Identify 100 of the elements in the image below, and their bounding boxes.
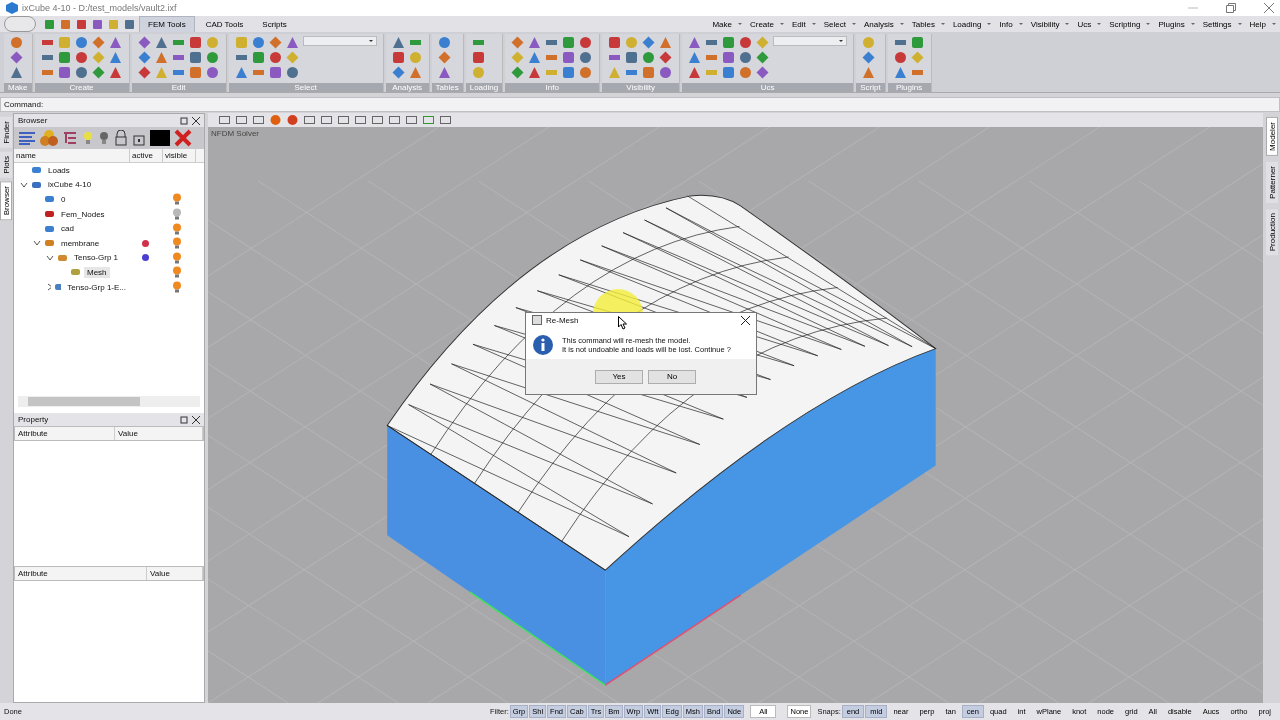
collapse-chevron-icon[interactable]	[46, 253, 54, 262]
square-icon[interactable]	[391, 51, 405, 64]
triangle-icon[interactable]	[285, 36, 299, 49]
square-icon[interactable]	[562, 66, 576, 79]
square-icon[interactable]	[642, 66, 656, 79]
view-tool-icon[interactable]	[337, 114, 350, 126]
square-icon[interactable]	[625, 51, 639, 64]
menu-item[interactable]: Settings	[1197, 19, 1232, 29]
collapse-chevron-icon[interactable]	[33, 239, 41, 248]
square-icon[interactable]	[910, 36, 924, 49]
menu-item[interactable]: Info	[994, 19, 1013, 29]
diamond-icon[interactable]	[91, 36, 105, 49]
restore-icon[interactable]	[1226, 3, 1236, 13]
circle-icon[interactable]	[659, 66, 673, 79]
triangle-icon[interactable]	[154, 36, 168, 49]
menu-item[interactable]: Make	[707, 19, 732, 29]
tree-item[interactable]: Tenso-Grp 1-E...	[64, 281, 129, 293]
toolbar-icon[interactable]	[60, 18, 71, 30]
close-icon[interactable]	[741, 315, 750, 325]
ribbon-tab[interactable]: CAD Tools	[197, 16, 252, 32]
unlit-bulb-icon[interactable]	[172, 208, 182, 221]
triangle-icon[interactable]	[108, 66, 122, 79]
diamond-icon[interactable]	[137, 66, 151, 79]
triangle-icon[interactable]	[391, 36, 405, 49]
spheres-icon[interactable]	[40, 129, 58, 147]
square-icon[interactable]	[188, 51, 202, 64]
menu-item[interactable]: Help	[1244, 19, 1266, 29]
column-header[interactable]: Attribute	[15, 427, 115, 440]
circle-icon[interactable]	[205, 51, 219, 64]
square-icon[interactable]	[722, 66, 736, 79]
diamond-icon[interactable]	[756, 51, 770, 64]
menu-item[interactable]: Ucs	[1072, 19, 1092, 29]
toolbar-icon[interactable]	[124, 18, 135, 30]
view-tool-icon[interactable]	[269, 114, 282, 126]
diamond-icon[interactable]	[659, 51, 673, 64]
bulb-icon[interactable]	[82, 131, 94, 145]
view-tool-icon[interactable]	[422, 114, 435, 126]
circle-icon[interactable]	[205, 66, 219, 79]
command-bar[interactable]: Command:	[0, 97, 1280, 112]
circle-icon[interactable]	[74, 51, 88, 64]
dialog-button[interactable]: Yes	[595, 369, 643, 384]
toolbar-icon[interactable]	[44, 18, 55, 30]
circle-icon[interactable]	[739, 36, 753, 49]
view-tool-icon[interactable]	[405, 114, 418, 126]
menu-item[interactable]: Create	[744, 19, 774, 29]
tree-icon[interactable]	[62, 130, 78, 146]
circle-icon[interactable]	[10, 36, 23, 49]
diamond-icon[interactable]	[10, 51, 23, 64]
circle-icon[interactable]	[74, 36, 88, 49]
tree-item[interactable]: ixCube 4-10	[45, 179, 95, 191]
square-icon[interactable]	[57, 66, 71, 79]
menu-item[interactable]: Visibility	[1025, 19, 1060, 29]
dialog-button[interactable]: No	[648, 369, 696, 384]
circle-icon[interactable]	[74, 66, 88, 79]
lit-bulb-icon[interactable]	[172, 222, 182, 235]
triangle-icon[interactable]	[108, 36, 122, 49]
triangle-icon[interactable]	[108, 51, 122, 64]
column-header[interactable]: Value	[147, 567, 203, 580]
lit-bulb-icon[interactable]	[172, 266, 182, 279]
side-tab[interactable]: Finder	[0, 117, 12, 148]
ribbon-tab[interactable]: Scripts	[254, 16, 295, 32]
column-header[interactable]: name	[14, 149, 130, 162]
square-icon[interactable]	[268, 66, 282, 79]
square-icon[interactable]	[57, 51, 71, 64]
close-icon[interactable]	[192, 116, 200, 125]
triangle-icon[interactable]	[688, 36, 702, 49]
tree-item[interactable]: membrane	[58, 237, 103, 249]
square-icon[interactable]	[188, 36, 202, 49]
diamond-icon[interactable]	[137, 51, 151, 64]
triangle-icon[interactable]	[528, 36, 542, 49]
lit-bulb-icon[interactable]	[172, 237, 182, 250]
triangle-icon[interactable]	[893, 66, 907, 79]
color-swatch[interactable]	[150, 130, 170, 146]
view-tool-icon[interactable]	[439, 114, 452, 126]
view-tool-icon[interactable]	[388, 114, 401, 126]
column-header[interactable]: visible	[163, 149, 196, 162]
square-icon[interactable]	[722, 51, 736, 64]
circle-icon[interactable]	[893, 51, 907, 64]
triangle-icon[interactable]	[234, 66, 248, 79]
tree-item[interactable]: Fem_Nodes	[58, 208, 108, 220]
diamond-icon[interactable]	[511, 36, 525, 49]
circle-icon[interactable]	[579, 51, 593, 64]
tree-item[interactable]: cad	[58, 223, 77, 235]
triangle-icon[interactable]	[408, 66, 422, 79]
diamond-icon[interactable]	[268, 36, 282, 49]
triangle-icon[interactable]	[10, 66, 23, 79]
side-tab[interactable]: Modeler	[1265, 117, 1278, 156]
view-tool-icon[interactable]	[218, 114, 231, 126]
circle-icon[interactable]	[642, 51, 656, 64]
triangle-icon[interactable]	[688, 51, 702, 64]
expand-chevron-icon[interactable]	[46, 283, 52, 292]
menu-item[interactable]: Scripting	[1104, 19, 1141, 29]
diamond-icon[interactable]	[642, 36, 656, 49]
circle-icon[interactable]	[739, 51, 753, 64]
triangle-icon[interactable]	[437, 66, 451, 79]
diamond-icon[interactable]	[511, 66, 525, 79]
side-tab[interactable]: Patterner	[1265, 161, 1278, 203]
column-header[interactable]: Value	[115, 427, 203, 440]
menu-item[interactable]: Edit	[786, 19, 806, 29]
triangle-icon[interactable]	[688, 66, 702, 79]
